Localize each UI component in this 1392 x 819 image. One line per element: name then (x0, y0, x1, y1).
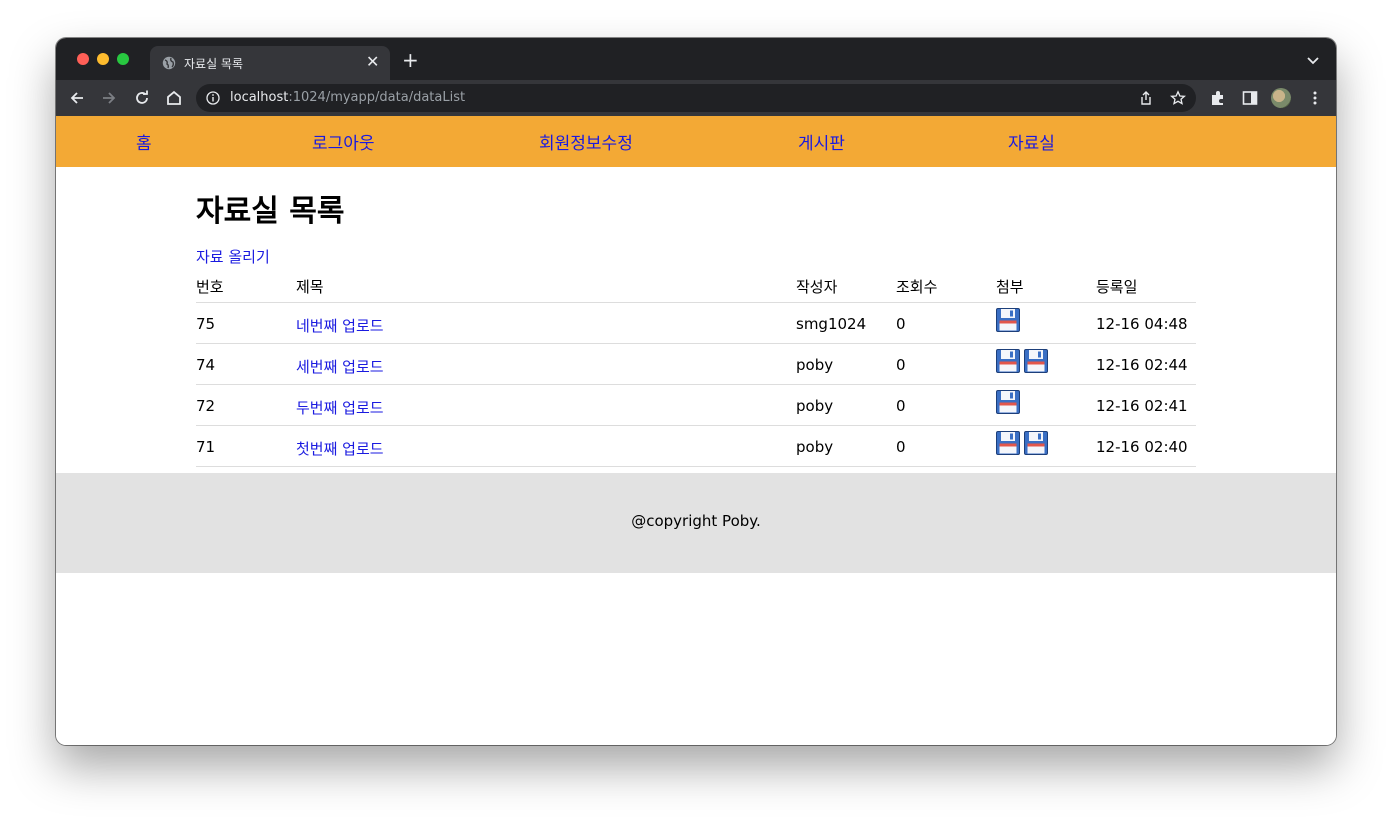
url-text: localhost:1024/myapp/data/dataList (230, 90, 465, 105)
row-number: 71 (196, 438, 216, 456)
row-number: 72 (196, 397, 216, 415)
browser-window: 자료실 목록 ✕ + localhost:1024/myapp/data/dat… (56, 38, 1336, 745)
row-title-link[interactable]: 첫번째 업로드 (296, 438, 384, 459)
maximize-window-button[interactable] (117, 53, 129, 65)
url-path: :1024/myapp/data/dataList (288, 90, 466, 105)
row-date: 12-16 02:40 (1096, 438, 1188, 456)
row-views: 0 (896, 315, 906, 333)
col-views: 조회수 (896, 278, 938, 296)
nav-logout[interactable]: 로그아웃 (312, 129, 375, 154)
home-icon[interactable] (165, 89, 183, 107)
table-row: 71 첫번째 업로드 poby 0 12-16 02:40 (196, 426, 1196, 467)
reload-icon[interactable] (133, 89, 151, 107)
row-date: 12-16 02:41 (1096, 397, 1188, 415)
globe-icon (162, 56, 176, 70)
tab-title: 자료실 목록 (184, 57, 244, 71)
title-bar: 자료실 목록 ✕ + (56, 38, 1336, 80)
col-writer: 작성자 (796, 278, 838, 296)
extensions-icon[interactable] (1209, 89, 1227, 107)
page-content: 홈 로그아웃 회원정보수정 게시판 자료실 자료실 목록 자료 올리기 번호 제… (56, 116, 1336, 745)
row-attachments (996, 349, 1052, 373)
table-header: 번호 제목 작성자 조회수 첨부 등록일 (196, 272, 1196, 303)
row-title-link[interactable]: 세번째 업로드 (296, 356, 384, 377)
floppy-disk-icon[interactable] (1024, 431, 1048, 455)
url-host: localhost (230, 90, 289, 105)
address-bar[interactable]: localhost:1024/myapp/data/dataList (196, 84, 1196, 112)
forward-icon[interactable] (100, 89, 118, 107)
row-views: 0 (896, 356, 906, 374)
row-writer: poby (796, 438, 834, 456)
row-writer: poby (796, 356, 834, 374)
share-icon[interactable] (1138, 90, 1154, 106)
page-title: 자료실 목록 (196, 194, 345, 229)
table-row: 75 네번째 업로드 smg1024 0 12-16 04:48 (196, 303, 1196, 344)
row-writer: poby (796, 397, 834, 415)
top-nav: 홈 로그아웃 회원정보수정 게시판 자료실 (56, 116, 1336, 167)
nav-home[interactable]: 홈 (136, 129, 152, 154)
floppy-disk-icon[interactable] (996, 431, 1020, 455)
star-icon[interactable] (1170, 90, 1186, 106)
footer: @copyright Poby. (56, 473, 1336, 573)
profile-avatar[interactable] (1271, 88, 1291, 108)
browser-toolbar: localhost:1024/myapp/data/dataList (56, 80, 1336, 116)
menu-icon[interactable] (1306, 89, 1324, 107)
col-date: 등록일 (1096, 278, 1138, 296)
upload-link[interactable]: 자료 올리기 (196, 246, 270, 267)
nav-data-room[interactable]: 자료실 (1008, 129, 1055, 154)
row-writer: smg1024 (796, 315, 867, 333)
row-views: 0 (896, 438, 906, 456)
col-attachments: 첨부 (996, 278, 1024, 296)
floppy-disk-icon[interactable] (1024, 349, 1048, 373)
row-date: 12-16 04:48 (1096, 315, 1188, 333)
info-icon[interactable] (206, 91, 220, 105)
footer-copyright: @copyright Poby. (631, 512, 761, 530)
floppy-disk-icon[interactable] (996, 349, 1020, 373)
chevron-down-icon[interactable] (1306, 56, 1320, 66)
floppy-disk-icon[interactable] (996, 390, 1020, 414)
minimize-window-button[interactable] (97, 53, 109, 65)
col-number: 번호 (196, 278, 224, 296)
row-date: 12-16 02:44 (1096, 356, 1188, 374)
row-attachments (996, 308, 1024, 332)
col-title: 제목 (296, 278, 324, 296)
back-icon[interactable] (68, 89, 86, 107)
row-views: 0 (896, 397, 906, 415)
row-attachments (996, 431, 1052, 455)
new-tab-button[interactable]: + (402, 50, 419, 70)
nav-board[interactable]: 게시판 (798, 129, 845, 154)
row-title-link[interactable]: 네번째 업로드 (296, 315, 384, 336)
row-attachments (996, 390, 1024, 414)
nav-edit-profile[interactable]: 회원정보수정 (539, 129, 633, 154)
close-window-button[interactable] (77, 53, 89, 65)
browser-tab[interactable]: 자료실 목록 ✕ (150, 46, 390, 80)
side-panel-icon[interactable] (1241, 89, 1259, 107)
table-row: 74 세번째 업로드 poby 0 12-16 02:44 (196, 344, 1196, 385)
table-row: 72 두번째 업로드 poby 0 12-16 02:41 (196, 385, 1196, 426)
tab-close-icon[interactable]: ✕ (366, 53, 379, 71)
row-number: 74 (196, 356, 216, 374)
row-title-link[interactable]: 두번째 업로드 (296, 397, 384, 418)
floppy-disk-icon[interactable] (996, 308, 1020, 332)
row-number: 75 (196, 315, 216, 333)
